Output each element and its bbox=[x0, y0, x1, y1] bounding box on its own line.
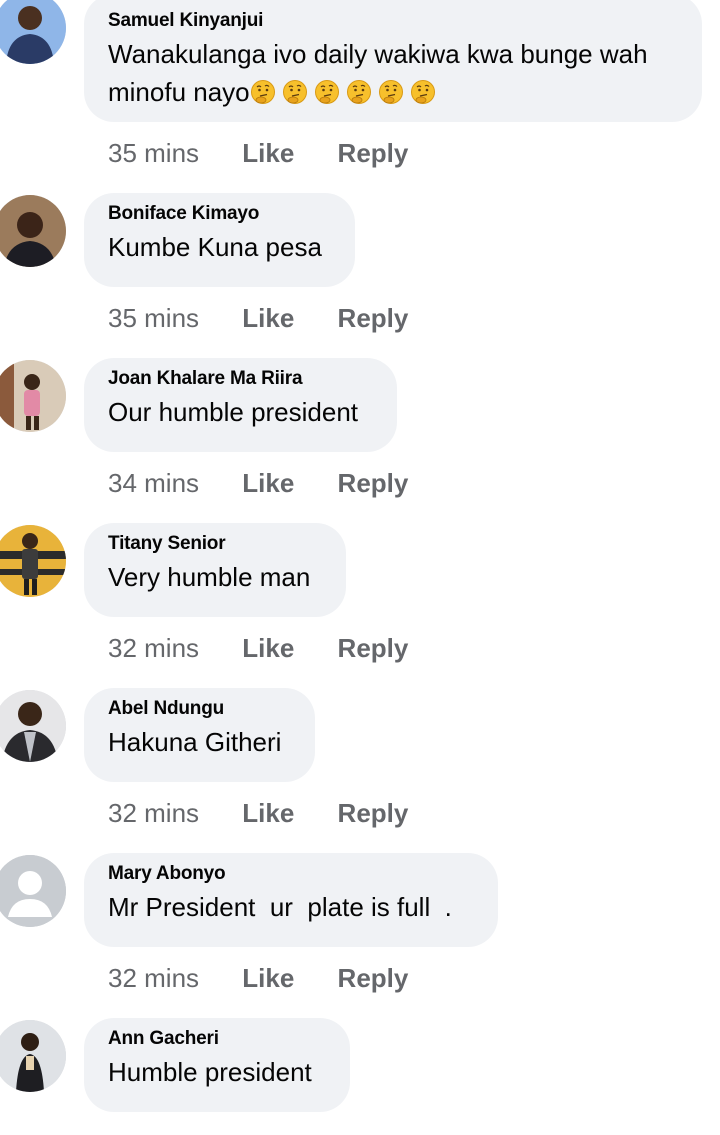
comment-bubble: Mary Abonyo Mr President ur plate is ful… bbox=[84, 853, 498, 947]
avatar[interactable] bbox=[0, 855, 66, 927]
comment-author[interactable]: Titany Senior bbox=[108, 532, 322, 556]
comment-author[interactable]: Abel Ndungu bbox=[108, 697, 291, 721]
comment-meta: 32 mins Like Reply bbox=[108, 796, 444, 830]
like-button[interactable]: Like bbox=[242, 301, 294, 335]
comment-text: Wanakulanga ivo daily wakiwa kwa bunge w… bbox=[108, 35, 678, 111]
thinking-face-emoji bbox=[346, 80, 371, 104]
emoji-row bbox=[250, 77, 436, 107]
comment-meta: 32 mins Like Reply bbox=[108, 961, 444, 995]
comment-bubble: Ann Gacheri Humble president bbox=[84, 1018, 350, 1112]
comment-text: Kumbe Kuna pesa bbox=[108, 232, 322, 262]
avatar[interactable] bbox=[0, 525, 66, 597]
comment-author[interactable]: Samuel Kinyanjui bbox=[108, 9, 678, 33]
comment-author[interactable]: Boniface Kimayo bbox=[108, 202, 331, 226]
like-button[interactable]: Like bbox=[242, 961, 294, 995]
comment-author[interactable]: Mary Abonyo bbox=[108, 862, 474, 886]
thinking-face-emoji bbox=[250, 80, 275, 104]
like-button[interactable]: Like bbox=[242, 631, 294, 665]
like-button[interactable]: Like bbox=[242, 466, 294, 500]
comment-time[interactable]: 35 mins bbox=[108, 301, 199, 335]
avatar[interactable] bbox=[0, 195, 66, 267]
avatar[interactable] bbox=[0, 0, 66, 64]
reply-button[interactable]: Reply bbox=[338, 796, 409, 830]
reply-button[interactable]: Reply bbox=[338, 136, 409, 170]
avatar[interactable] bbox=[0, 360, 66, 432]
thinking-face-emoji bbox=[314, 80, 339, 104]
comment-time[interactable]: 35 mins bbox=[108, 136, 199, 170]
comment-text: Very humble man bbox=[108, 562, 311, 592]
reply-button[interactable]: Reply bbox=[338, 961, 409, 995]
thinking-face-emoji bbox=[410, 80, 435, 104]
comment-bubble: Boniface Kimayo Kumbe Kuna pesa bbox=[84, 193, 355, 287]
comment-bubble: Joan Khalare Ma Riira Our humble preside… bbox=[84, 358, 397, 452]
thinking-face-emoji bbox=[282, 80, 307, 104]
comment-bubble: Abel Ndungu Hakuna Githeri bbox=[84, 688, 315, 782]
comment-text: Humble president bbox=[108, 1057, 312, 1087]
comment-meta: 35 mins Like Reply bbox=[108, 301, 444, 335]
like-button[interactable]: Like bbox=[242, 136, 294, 170]
comment-bubble: Samuel Kinyanjui Wanakulanga ivo daily w… bbox=[84, 0, 702, 122]
comment-text: Mr President ur plate is full . bbox=[108, 892, 452, 922]
comment-bubble: Titany Senior Very humble man bbox=[84, 523, 346, 617]
thinking-face-emoji bbox=[378, 80, 403, 104]
comment-author[interactable]: Joan Khalare Ma Riira bbox=[108, 367, 373, 391]
comment-meta: 34 mins Like Reply bbox=[108, 466, 444, 500]
comment-time[interactable]: 32 mins bbox=[108, 961, 199, 995]
comment-author[interactable]: Ann Gacheri bbox=[108, 1027, 326, 1051]
reply-button[interactable]: Reply bbox=[338, 466, 409, 500]
like-button[interactable]: Like bbox=[242, 796, 294, 830]
comment-time[interactable]: 32 mins bbox=[108, 796, 199, 830]
reply-button[interactable]: Reply bbox=[338, 631, 409, 665]
comment-text: Hakuna Githeri bbox=[108, 727, 282, 757]
comment-text-line1: Wanakulanga ivo daily wakiwa kwa bunge w… bbox=[108, 39, 648, 69]
comment-meta: 32 mins Like Reply bbox=[108, 631, 444, 665]
avatar[interactable] bbox=[0, 1020, 66, 1092]
comment-text: Our humble president bbox=[108, 397, 359, 427]
comment-time[interactable]: 34 mins bbox=[108, 466, 199, 500]
comment-meta: 35 mins Like Reply bbox=[108, 136, 444, 170]
reply-button[interactable]: Reply bbox=[338, 301, 409, 335]
comment-text-line2: minofu nayo bbox=[108, 77, 250, 107]
comment-time[interactable]: 32 mins bbox=[108, 631, 199, 665]
default-avatar-icon bbox=[0, 855, 66, 927]
avatar[interactable] bbox=[0, 690, 66, 762]
